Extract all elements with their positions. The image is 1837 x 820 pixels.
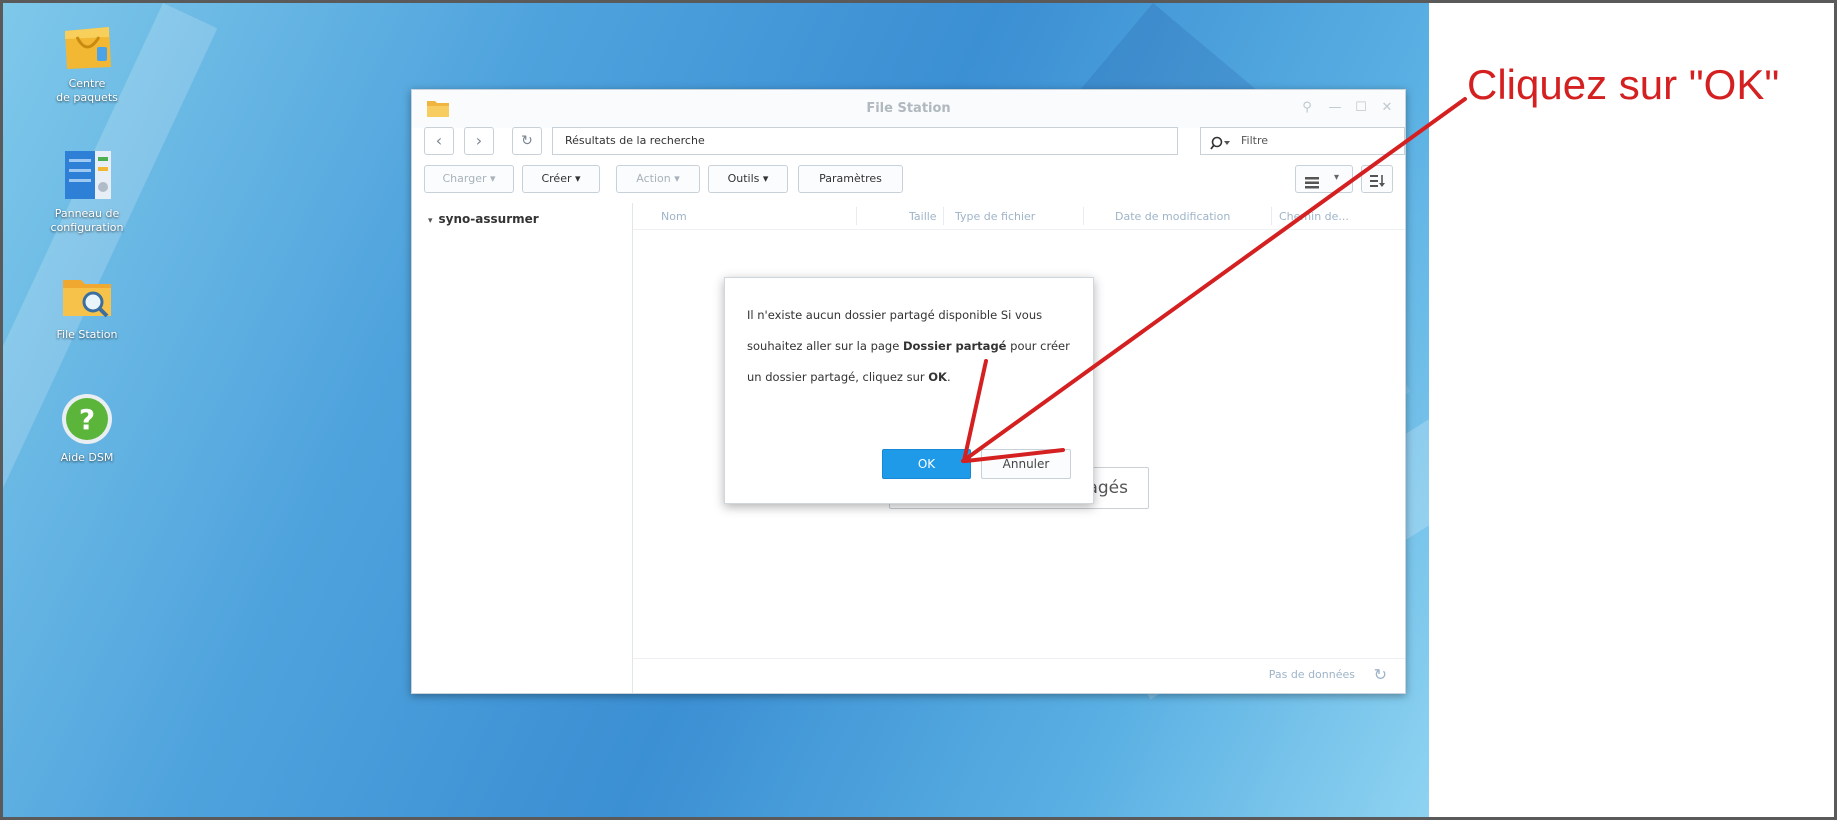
screenshot-frame: Centre de paquets Panneau de configuration	[0, 0, 1837, 820]
confirm-dialog: Il n'existe aucun dossier partagé dispon…	[724, 277, 1094, 504]
ok-button[interactable]: OK	[882, 449, 971, 479]
sort-icon	[1370, 173, 1386, 192]
column-name[interactable]: Nom	[661, 210, 687, 223]
forward-button[interactable]: ›	[464, 127, 494, 155]
desktop-icon-label: Centre de paquets	[56, 77, 118, 104]
column-modified[interactable]: Date de modification	[1115, 210, 1230, 223]
window-footer: Pas de données ↻	[633, 658, 1405, 693]
desktop-icon-label: File Station	[56, 328, 118, 341]
desktop-icon-help[interactable]: ? Aide DSM	[32, 391, 142, 465]
tree-item-root[interactable]: ▾ syno-assurmer	[428, 212, 539, 226]
desktop: Centre de paquets Panneau de configuration	[3, 3, 1429, 817]
window-title: File Station	[866, 101, 951, 116]
pin-icon[interactable]: ⚲	[1299, 100, 1315, 115]
action-button[interactable]: Action ▾	[616, 165, 700, 193]
list-view-icon	[1305, 174, 1319, 193]
dialog-message: Il n'existe aucun dossier partagé dispon…	[747, 308, 1070, 384]
filter-placeholder: Filtre	[1241, 134, 1269, 147]
folder-tree: ▾ syno-assurmer	[412, 203, 633, 693]
desktop-icon-control-panel[interactable]: Panneau de configuration	[32, 147, 142, 235]
annotation-text: Cliquez sur "OK"	[1467, 61, 1780, 108]
file-station-icon	[59, 268, 115, 324]
chevron-down-icon: ▾	[1334, 172, 1340, 183]
sort-button[interactable]	[1361, 165, 1393, 193]
parametres-button[interactable]: Paramètres	[798, 165, 903, 193]
creer-button[interactable]: Créer ▾	[522, 165, 600, 193]
navigation-toolbar: ‹ › ↻ Résultats de la recherche Filtre	[424, 127, 1405, 157]
help-icon: ?	[59, 391, 115, 447]
refresh-button[interactable]: ↻	[512, 127, 542, 155]
charger-button[interactable]: Charger ▾	[424, 165, 514, 193]
desktop-icon-label: Panneau de configuration	[50, 207, 124, 234]
svg-text:?: ?	[79, 403, 95, 436]
refresh-icon[interactable]: ↻	[1374, 665, 1387, 684]
status-text: Pas de données	[1268, 668, 1355, 681]
close-icon[interactable]: ✕	[1379, 100, 1395, 115]
cancel-button[interactable]: Annuler	[981, 449, 1071, 479]
desktop-icon-label: Aide DSM	[60, 451, 114, 464]
column-size[interactable]: Taille	[909, 210, 937, 223]
back-button[interactable]: ‹	[424, 127, 454, 155]
view-mode-button[interactable]: ▾	[1295, 165, 1353, 193]
search-icon	[1209, 134, 1231, 160]
window-titlebar[interactable]: File Station ⚲ — ☐ ✕	[412, 90, 1405, 128]
maximize-icon[interactable]: ☐	[1353, 100, 1369, 115]
action-toolbar: Charger ▾ Créer ▾ Action ▾ Outils ▾ Para…	[424, 165, 1393, 195]
package-center-icon	[59, 17, 115, 73]
minimize-icon[interactable]: —	[1327, 100, 1343, 115]
column-type[interactable]: Type de fichier	[955, 210, 1035, 223]
column-path[interactable]: Chemin de...	[1279, 210, 1349, 223]
desktop-icon-package-center[interactable]: Centre de paquets	[32, 17, 142, 105]
expand-arrow-icon: ▾	[428, 216, 433, 226]
control-panel-icon	[59, 147, 115, 203]
path-bar[interactable]: Résultats de la recherche	[552, 127, 1178, 155]
annotation-panel	[1429, 3, 1834, 817]
file-list-header: Nom Taille Type de fichier Date de modif…	[633, 203, 1405, 230]
outils-button[interactable]: Outils ▾	[708, 165, 788, 193]
desktop-icon-file-station[interactable]: File Station	[32, 268, 142, 342]
filter-input[interactable]: Filtre	[1200, 127, 1405, 155]
